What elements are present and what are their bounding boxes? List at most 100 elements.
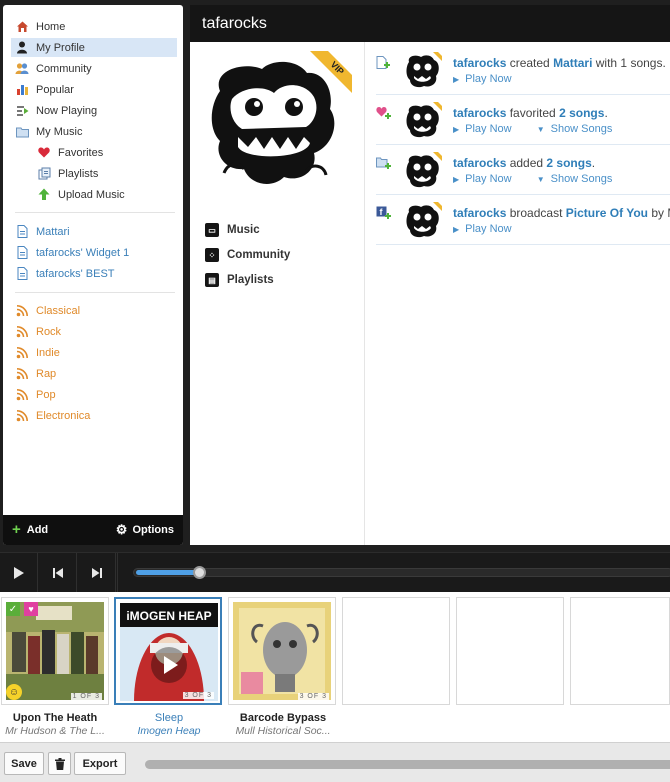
plus-icon: + — [12, 521, 21, 538]
queue-count: 3 OF 3 — [297, 693, 329, 700]
queue-item-active[interactable]: iMOGEN HEAP 3 OF 3 — [114, 597, 222, 705]
profile-link-playlists[interactable]: ▤ Playlists — [205, 271, 274, 289]
play-now-link[interactable]: ▶ Play Now — [453, 173, 512, 185]
sidebar-item-label: Now Playing — [36, 104, 98, 117]
sidebar-item-genre-pop[interactable]: Pop — [11, 385, 177, 404]
queue-track-artist[interactable]: Mr Hudson & The L... — [0, 725, 110, 737]
play-now-link[interactable]: ▶ Play Now — [453, 73, 512, 85]
sidebar-item-my-profile[interactable]: My Profile — [11, 38, 177, 57]
sidebar-item-label: Rap — [36, 367, 57, 380]
sidebar-item-favorites[interactable]: Favorites — [33, 143, 177, 162]
folder-add-icon — [376, 156, 391, 170]
queue-empty-slot — [456, 597, 564, 705]
feed-user-link[interactable]: tafarocks — [453, 156, 506, 170]
previous-button[interactable] — [39, 553, 77, 593]
feed-user-link[interactable]: tafarocks — [453, 56, 506, 70]
sidebar-item-popular[interactable]: Popular — [11, 80, 177, 99]
sidebar-item-label: Electronica — [36, 409, 91, 422]
sidebar-item-genre-classical[interactable]: Classical — [11, 301, 177, 320]
sidebar-item-playlist-widget[interactable]: tafarocks' Widget 1 — [11, 243, 177, 262]
play-now-link[interactable]: ▶ Play Now — [453, 123, 512, 135]
sidebar-item-label: tafarocks' BEST — [36, 267, 115, 280]
options-label: Options — [132, 524, 174, 536]
community-box-icon: ⁘ — [205, 248, 219, 262]
play-now-label: Play Now — [465, 123, 512, 135]
queue-track-title[interactable]: Barcode Bypass — [228, 712, 338, 724]
feed-avatar[interactable] — [404, 102, 442, 140]
delete-button[interactable] — [48, 752, 71, 775]
sidebar-item-my-music[interactable]: My Music — [11, 122, 177, 141]
profile-avatar[interactable]: VIP — [202, 51, 352, 191]
sidebar-item-label: Favorites — [58, 146, 104, 159]
queue-track-artist[interactable]: Imogen Heap — [114, 725, 224, 737]
sidebar-item-label: Home — [36, 20, 66, 33]
progress-track[interactable] — [133, 566, 670, 579]
chevron-down-icon: ▼ — [536, 125, 545, 134]
play-now-label: Play Now — [465, 73, 512, 85]
favorite-heart-icon[interactable]: ♥ — [24, 602, 38, 616]
feed-user-link[interactable]: tafarocks — [453, 106, 506, 120]
trash-icon — [54, 757, 65, 770]
sidebar-item-now-playing[interactable]: Now Playing — [11, 101, 177, 120]
play-now-label: Play Now — [465, 173, 512, 185]
horizontal-scrollbar[interactable] — [145, 760, 670, 769]
feed-target-link[interactable]: 2 songs — [546, 156, 591, 170]
sidebar-item-genre-indie[interactable]: Indie — [11, 343, 177, 362]
show-songs-link[interactable]: ▼ Show Songs — [537, 123, 613, 135]
queue-track-title[interactable]: Upon The Heath — [0, 712, 110, 724]
feed-target-link[interactable]: 2 songs — [559, 106, 604, 120]
sidebar-item-genre-electronica[interactable]: Electronica — [11, 406, 177, 425]
feed-target-link[interactable]: Mattari — [553, 56, 592, 70]
feed-actions: ▶ Play Now — [453, 223, 534, 235]
sidebar-item-label: My Profile — [36, 41, 85, 54]
queue-track-artist[interactable]: Mull Historical Soc... — [228, 725, 338, 737]
queue-track-title[interactable]: Sleep — [114, 712, 224, 724]
show-songs-link[interactable]: ▼ Show Songs — [537, 173, 613, 185]
sidebar-item-playlist-best[interactable]: tafarocks' BEST — [11, 264, 177, 283]
feed-user-link[interactable]: tafarocks — [453, 206, 506, 220]
bottom-toolbar: Save Export — [0, 742, 670, 782]
add-label: Add — [26, 524, 49, 536]
sidebar-item-home[interactable]: Home — [11, 17, 177, 36]
feed-avatar[interactable] — [404, 52, 442, 90]
sidebar-item-genre-rap[interactable]: Rap — [11, 364, 177, 383]
sidebar-item-label: Rock — [36, 325, 62, 338]
play-queue: ✓ ♥ ☺ 1 OF 3 Upon The Heath Mr Hudson & … — [0, 592, 670, 742]
feed-verb: favorited — [506, 106, 560, 120]
next-button[interactable] — [78, 553, 116, 593]
play-icon — [13, 567, 24, 579]
previous-icon — [52, 568, 63, 578]
sidebar-item-label: Playlists — [58, 167, 99, 180]
sidebar-footer: + Add ⚙ Options — [3, 515, 183, 545]
radio-feed-icon — [15, 409, 29, 423]
play-button[interactable] — [0, 553, 38, 593]
profile-link-music[interactable]: ▭ Music — [205, 221, 260, 239]
add-button[interactable]: + Add — [12, 521, 49, 538]
show-songs-label: Show Songs — [550, 173, 613, 185]
feed-target-link[interactable]: Picture Of You — [566, 206, 648, 220]
sidebar-item-community[interactable]: Community — [11, 59, 177, 78]
checkmark-icon[interactable]: ✓ — [6, 602, 20, 616]
document-icon — [15, 246, 29, 260]
feed-avatar[interactable] — [404, 152, 442, 190]
smiley-icon[interactable]: ☺ — [6, 684, 22, 700]
profile-link-community[interactable]: ⁘ Community — [205, 246, 290, 264]
profile-link-label: Music — [227, 224, 260, 236]
sidebar-item-upload-music[interactable]: Upload Music — [33, 185, 177, 204]
export-button[interactable]: Export — [74, 752, 126, 775]
save-button[interactable]: Save — [4, 752, 44, 775]
album-cover: iMOGEN HEAP — [120, 603, 218, 701]
queue-item[interactable]: 3 OF 3 — [228, 597, 336, 705]
progress-handle[interactable] — [193, 566, 206, 579]
radio-feed-icon — [15, 304, 29, 318]
sidebar-item-genre-rock[interactable]: Rock — [11, 322, 177, 341]
player-divider — [117, 553, 118, 593]
queue-item[interactable]: ✓ ♥ ☺ 1 OF 3 — [1, 597, 109, 705]
feed-avatar[interactable] — [404, 202, 442, 240]
feed-actions: ▶ Play Now ▼ Show Songs — [453, 123, 634, 135]
feed-verb: created — [506, 56, 554, 70]
sidebar-item-playlist-mattari[interactable]: Mattari — [11, 222, 177, 241]
play-now-link[interactable]: ▶ Play Now — [453, 223, 512, 235]
sidebar-item-playlists[interactable]: Playlists — [33, 164, 177, 183]
options-button[interactable]: ⚙ Options — [116, 522, 174, 538]
